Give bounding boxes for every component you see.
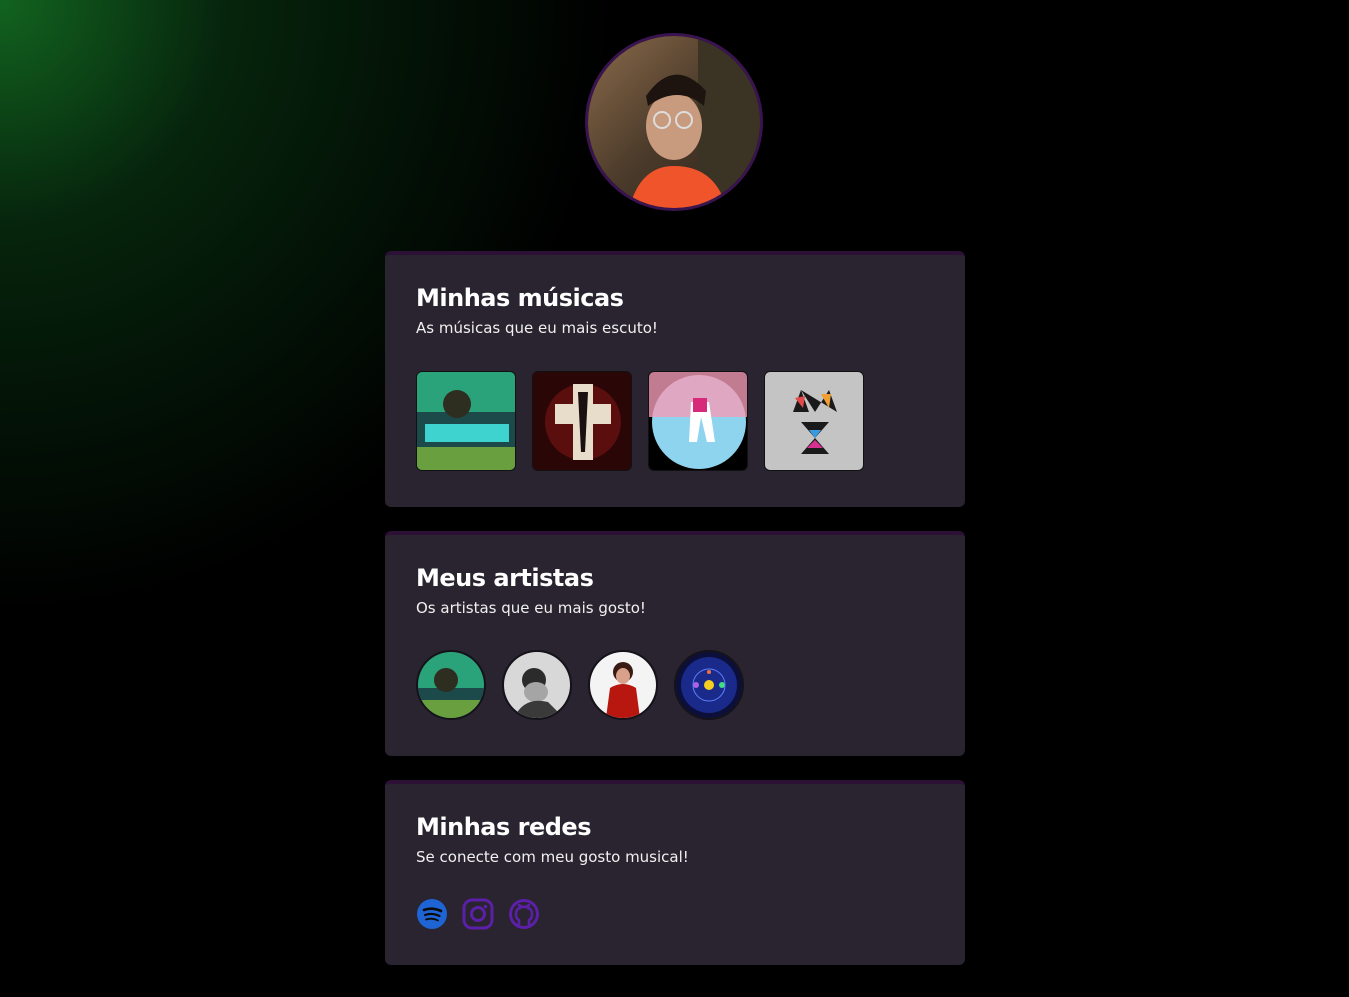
album-cover-4[interactable]	[764, 371, 864, 471]
artist-3[interactable]	[588, 650, 658, 720]
artists-title: Meus artistas	[416, 564, 594, 592]
artist-1[interactable]	[416, 650, 486, 720]
profile-avatar	[585, 33, 763, 211]
socials-subtitle: Se conecte com meu gosto musical!	[416, 848, 689, 866]
artists-subtitle: Os artistas que eu mais gosto!	[416, 599, 646, 617]
album-cover-3[interactable]	[648, 371, 748, 471]
songs-card: Minhas músicas As músicas que eu mais es…	[385, 251, 965, 507]
songs-subtitle: As músicas que eu mais escuto!	[416, 319, 658, 337]
artist-4[interactable]	[674, 650, 744, 720]
artists-card: Meus artistas Os artistas que eu mais go…	[385, 531, 965, 756]
socials-title: Minhas redes	[416, 813, 591, 841]
artist-2[interactable]	[502, 650, 572, 720]
album-cover-1[interactable]	[416, 371, 516, 471]
album-cover-2[interactable]	[532, 371, 632, 471]
instagram-icon[interactable]	[462, 898, 494, 930]
spotify-icon[interactable]	[416, 898, 448, 930]
socials-card: Minhas redes Se conecte com meu gosto mu…	[385, 780, 965, 965]
songs-title: Minhas músicas	[416, 284, 624, 312]
github-icon[interactable]	[508, 898, 540, 930]
